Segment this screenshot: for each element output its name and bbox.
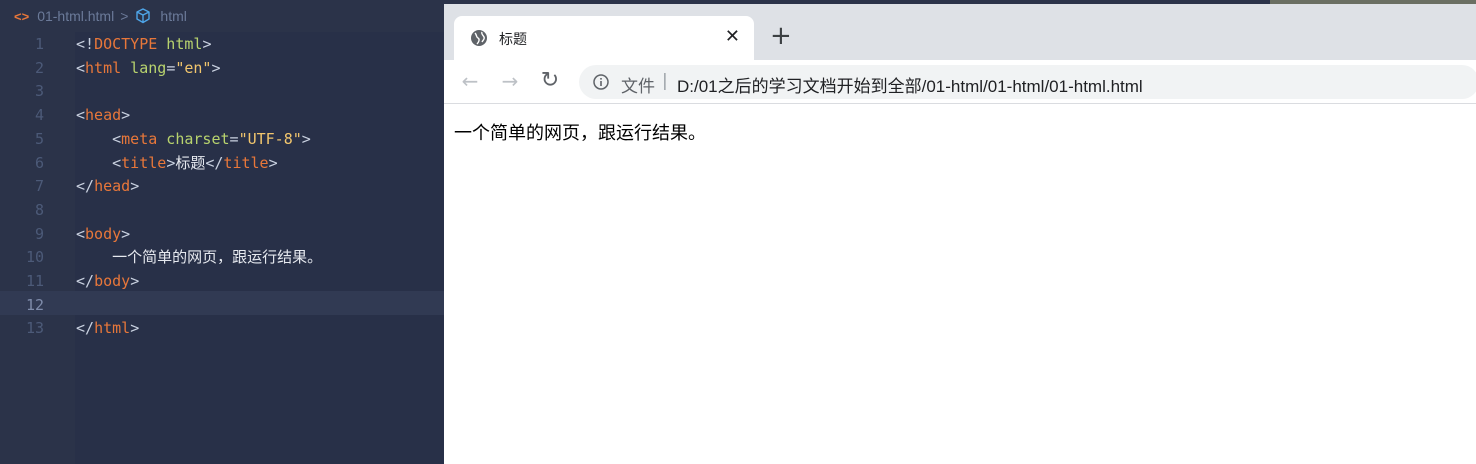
breadcrumb-separator: >: [120, 8, 129, 24]
line-code: </body>: [76, 272, 140, 290]
breadcrumb: <> 01-html.html > html: [0, 0, 444, 32]
info-icon[interactable]: [593, 74, 609, 90]
close-icon[interactable]: ✕: [725, 26, 740, 47]
code-line[interactable]: 13 </html>: [0, 316, 444, 340]
line-number: 2: [34, 58, 44, 77]
line-code: </html>: [76, 319, 140, 338]
line-number: 10: [25, 248, 44, 267]
line-code: <!DOCTYPE html>: [76, 35, 212, 53]
code-editor[interactable]: <> 01-html.html > html 1 <!DOCTYPE html> 2…: [0, 0, 444, 464]
line-number: 6: [34, 153, 44, 172]
line-code: <head>: [76, 106, 131, 125]
page-body-text: 一个简单的网页，跟运行结果。: [454, 123, 706, 144]
plus-icon[interactable]: +: [770, 22, 792, 50]
globe-icon: [471, 30, 487, 46]
breadcrumb-file[interactable]: 01-html.html: [37, 8, 114, 24]
line-number: 1: [34, 35, 44, 53]
code-line[interactable]: 12: [0, 293, 444, 317]
breadcrumb-symbol[interactable]: html: [160, 8, 186, 24]
browser-window[interactable]: 标题 ✕ + ← → ↻ 文件 | D:/01之后的学习文档开始到全部/01-h…: [444, 4, 1476, 464]
line-code: <body>: [76, 224, 131, 243]
line-code: <meta charset="UTF-8">: [76, 129, 311, 148]
back-arrow-icon[interactable]: ←: [458, 69, 482, 93]
line-number: 3: [34, 82, 44, 101]
code-line[interactable]: 3: [0, 79, 444, 103]
url-separator: |: [662, 71, 668, 91]
line-number: 12: [25, 295, 44, 314]
page-viewport[interactable]: 一个简单的网页，跟运行结果。: [444, 105, 1476, 464]
line-number: 7: [34, 177, 44, 196]
forward-arrow-icon[interactable]: →: [498, 69, 522, 93]
code-line[interactable]: 10 一个简单的网页，跟运行结果。: [0, 245, 444, 269]
line-number: 4: [34, 106, 44, 125]
line-code: <html lang="en">: [76, 58, 221, 77]
code-line[interactable]: 1 <!DOCTYPE html>: [0, 32, 444, 56]
line-code: 一个简单的网页，跟运行结果。: [76, 248, 323, 267]
line-number: 11: [25, 272, 44, 290]
line-number: 5: [34, 129, 44, 148]
line-code: </head>: [76, 177, 140, 196]
address-bar[interactable]: 文件 | D:/01之后的学习文档开始到全部/01-html/01-html/0…: [579, 65, 1476, 99]
tab-active[interactable]: 标题 ✕: [454, 16, 754, 60]
code-line[interactable]: 9 <body>: [0, 222, 444, 246]
code-line[interactable]: 6 <title>标题</title>: [0, 151, 444, 175]
line-number: 9: [34, 224, 44, 243]
code-line[interactable]: 11 </body>: [0, 269, 444, 293]
code-line[interactable]: 5 <meta charset="UTF-8">: [0, 127, 444, 151]
code-line[interactable]: 8: [0, 198, 444, 222]
line-code: <title>标题</title>: [76, 153, 278, 172]
browser-toolbar: ← → ↻ 文件 | D:/01之后的学习文档开始到全部/01-html/01-…: [444, 60, 1476, 104]
code-line[interactable]: 2 <html lang="en">: [0, 56, 444, 80]
line-number: 13: [25, 319, 44, 338]
url-text[interactable]: D:/01之后的学习文档开始到全部/01-html/01-html/01-htm…: [677, 72, 1143, 97]
tab-title: 标题: [499, 32, 527, 48]
url-scheme-label: 文件: [621, 77, 655, 97]
code-line[interactable]: 4 <head>: [0, 103, 444, 127]
line-number: 8: [34, 200, 44, 219]
cube-icon: [136, 8, 151, 24]
html-file-icon: <>: [14, 8, 30, 24]
tab-strip: 标题 ✕ +: [444, 4, 1476, 60]
code-line[interactable]: 7 </head>: [0, 174, 444, 198]
reload-icon[interactable]: ↻: [538, 69, 562, 93]
